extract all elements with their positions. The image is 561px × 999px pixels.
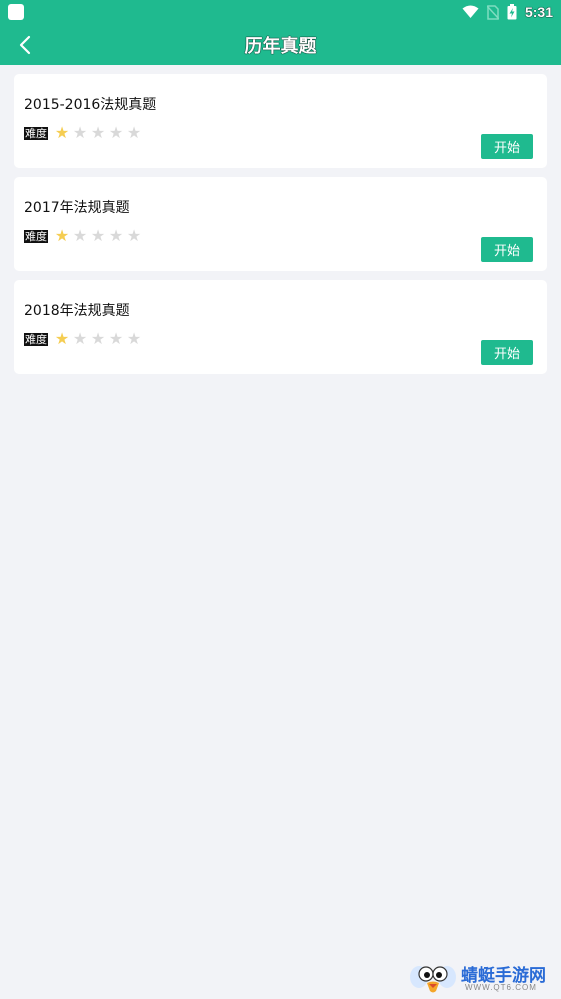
star-filled-icon: ★: [54, 226, 70, 245]
watermark: 蜻蜓手游网 WWW.QT6.COM: [409, 961, 555, 995]
status-bar: 5:31: [0, 0, 561, 24]
dragonfly-logo-icon: [410, 966, 456, 993]
star-rating: ★ ★ ★ ★ ★: [54, 125, 142, 141]
start-button[interactable]: 开始: [481, 237, 533, 262]
difficulty-row: 难度 ★ ★ ★ ★ ★: [24, 228, 142, 244]
star-empty-icon: ★: [126, 329, 142, 348]
exam-card[interactable]: 2017年法规真题 难度 ★ ★ ★ ★ ★ 开始: [14, 177, 547, 271]
exam-title: 2018年法规真题: [24, 303, 130, 319]
star-empty-icon: ★: [90, 123, 106, 142]
start-button[interactable]: 开始: [481, 134, 533, 159]
status-time: 5:31: [524, 4, 553, 20]
star-empty-icon: ★: [90, 329, 106, 348]
star-empty-icon: ★: [108, 123, 124, 142]
watermark-url: WWW.QT6.COM: [465, 983, 537, 992]
difficulty-label: 难度: [24, 332, 48, 346]
star-empty-icon: ★: [108, 226, 124, 245]
star-empty-icon: ★: [72, 329, 88, 348]
status-icons: 5:31: [462, 3, 553, 21]
star-empty-icon: ★: [126, 226, 142, 245]
star-empty-icon: ★: [90, 226, 106, 245]
app-header: 5:31 历年真题: [0, 0, 561, 65]
star-empty-icon: ★: [72, 226, 88, 245]
exam-card[interactable]: 2018年法规真题 难度 ★ ★ ★ ★ ★ 开始: [14, 280, 547, 374]
difficulty-label: 难度: [24, 229, 48, 243]
exam-title: 2017年法规真题: [24, 200, 130, 216]
wifi-icon: [462, 5, 479, 18]
difficulty-row: 难度 ★ ★ ★ ★ ★: [24, 125, 142, 141]
notification-icon: [8, 4, 24, 20]
star-filled-icon: ★: [54, 329, 70, 348]
star-rating: ★ ★ ★ ★ ★: [54, 228, 142, 244]
star-empty-icon: ★: [126, 123, 142, 142]
star-empty-icon: ★: [72, 123, 88, 142]
start-button[interactable]: 开始: [481, 340, 533, 365]
star-filled-icon: ★: [54, 123, 70, 142]
star-rating: ★ ★ ★ ★ ★: [54, 331, 142, 347]
star-empty-icon: ★: [108, 329, 124, 348]
no-sim-icon: [486, 4, 499, 20]
page-title: 历年真题: [244, 36, 317, 57]
difficulty-row: 难度 ★ ★ ★ ★ ★: [24, 331, 142, 347]
battery-charging-icon: [507, 4, 517, 20]
difficulty-label: 难度: [24, 126, 48, 140]
exam-list: 2015-2016法规真题 难度 ★ ★ ★ ★ ★ 开始 2017年法规真题 难度 ★…: [14, 74, 547, 383]
exam-card[interactable]: 2015-2016法规真题 难度 ★ ★ ★ ★ ★ 开始: [14, 74, 547, 168]
exam-title: 2015-2016法规真题: [24, 97, 157, 113]
nav-bar: 历年真题: [0, 24, 561, 65]
